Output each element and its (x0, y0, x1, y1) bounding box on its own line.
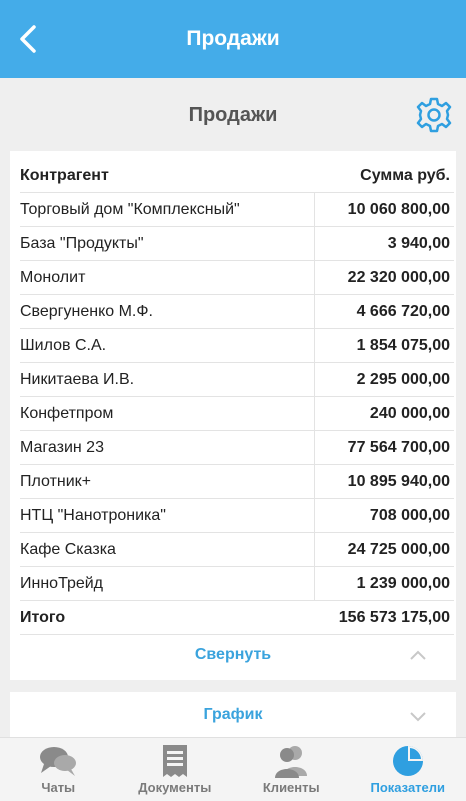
chart-expand-button[interactable]: График (10, 692, 456, 738)
row-name: Магазин 23 (20, 431, 315, 465)
chart-card: График (10, 692, 456, 738)
row-name: Конфетпром (20, 397, 315, 431)
bottom-tab-bar: Чаты Документы Клиенты Показатели (0, 737, 466, 801)
table-row: Монолит22 320 000,00 (20, 261, 454, 295)
page-title: Продажи (0, 96, 466, 134)
table-row: Свергуненко М.Ф.4 666 720,00 (20, 295, 454, 329)
chevron-up-icon (408, 645, 428, 665)
table-row: Магазин 2377 564 700,00 (20, 431, 454, 465)
row-name: Кафе Сказка (20, 533, 315, 567)
tab-label: Документы (117, 780, 234, 795)
row-value: 10 060 800,00 (315, 193, 455, 227)
row-value: 1 854 075,00 (315, 329, 455, 363)
row-name: Шилов С.А. (20, 329, 315, 363)
tab-documents[interactable]: Документы (117, 738, 234, 801)
chat-icon (38, 744, 78, 778)
app-bar-title: Продажи (0, 0, 466, 78)
settings-button[interactable] (415, 96, 453, 134)
tab-label: Показатели (350, 780, 466, 795)
table-row: НТЦ "Нанотроника"708 000,00 (20, 499, 454, 533)
app-bar: Продажи (0, 0, 466, 78)
tab-label: Чаты (0, 780, 117, 795)
chart-label: График (10, 692, 456, 738)
row-value: 708 000,00 (315, 499, 455, 533)
table-row: ИнноТрейд1 239 000,00 (20, 567, 454, 601)
row-name: База "Продукты" (20, 227, 315, 261)
row-name: Монолит (20, 261, 315, 295)
sales-table-card: Контрагент Сумма руб. Торговый дом "Комп… (10, 151, 456, 680)
tab-chats[interactable]: Чаты (0, 738, 117, 801)
collapse-label: Свернуть (10, 630, 456, 680)
table-row: Торговый дом "Комплексный"10 060 800,00 (20, 193, 454, 227)
table-header-row: Контрагент Сумма руб. (20, 159, 454, 193)
gear-icon (415, 96, 453, 134)
row-name: Свергуненко М.Ф. (20, 295, 315, 329)
table-row: Шилов С.А.1 854 075,00 (20, 329, 454, 363)
tab-indicators[interactable]: Показатели (350, 738, 466, 801)
row-name: ИнноТрейд (20, 567, 315, 601)
table-row: Кафе Сказка24 725 000,00 (20, 533, 454, 567)
table-row: Плотник+10 895 940,00 (20, 465, 454, 499)
row-value: 2 295 000,00 (315, 363, 455, 397)
row-value: 3 940,00 (315, 227, 455, 261)
row-name: Никитаева И.В. (20, 363, 315, 397)
sales-table: Контрагент Сумма руб. Торговый дом "Комп… (20, 159, 454, 635)
table-row: Конфетпром240 000,00 (20, 397, 454, 431)
row-value: 1 239 000,00 (315, 567, 455, 601)
row-value: 10 895 940,00 (315, 465, 455, 499)
row-value: 24 725 000,00 (315, 533, 455, 567)
tab-label: Клиенты (233, 780, 350, 795)
row-value: 77 564 700,00 (315, 431, 455, 465)
pie-chart-icon (388, 744, 428, 778)
column-header-counterparty: Контрагент (20, 159, 315, 193)
row-name: Плотник+ (20, 465, 315, 499)
column-header-sum: Сумма руб. (315, 159, 455, 193)
table-row: База "Продукты"3 940,00 (20, 227, 454, 261)
chevron-down-icon (408, 707, 428, 727)
row-value: 240 000,00 (315, 397, 455, 431)
row-name: Торговый дом "Комплексный" (20, 193, 315, 227)
table-row: Никитаева И.В.2 295 000,00 (20, 363, 454, 397)
row-value: 4 666 720,00 (315, 295, 455, 329)
clients-icon (271, 744, 311, 778)
document-icon (155, 744, 195, 778)
tab-clients[interactable]: Клиенты (233, 738, 350, 801)
row-value: 22 320 000,00 (315, 261, 455, 295)
row-name: НТЦ "Нанотроника" (20, 499, 315, 533)
collapse-button[interactable]: Свернуть (10, 630, 456, 680)
